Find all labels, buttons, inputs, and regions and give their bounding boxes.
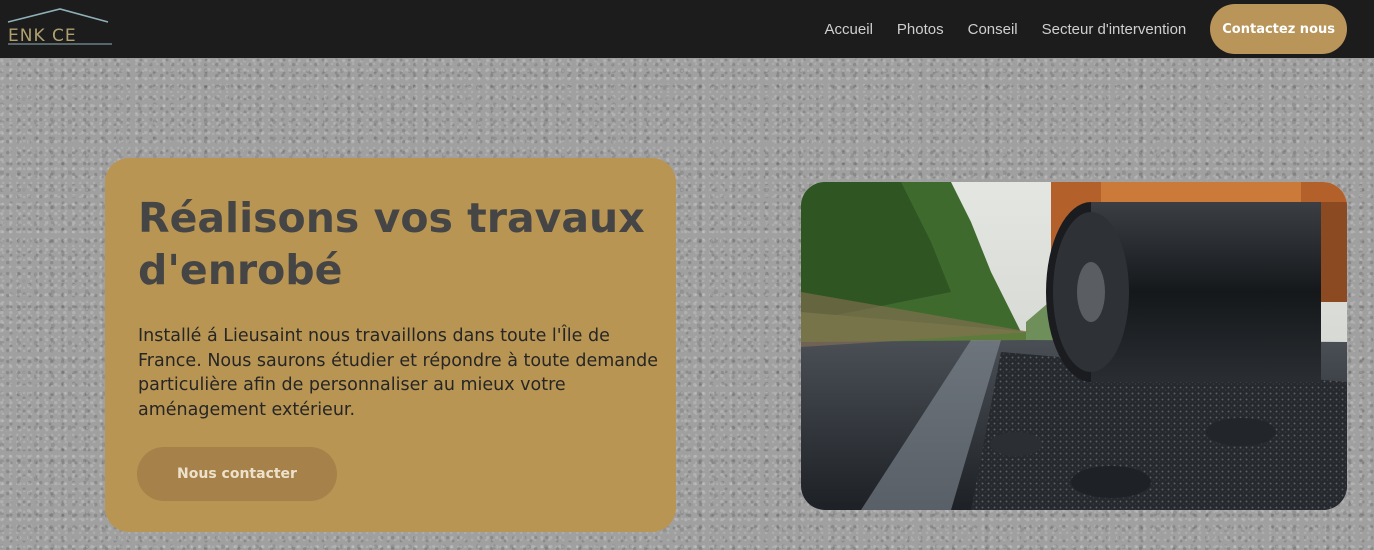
hero-card: Réalisons vos travaux d'enrobé Installé …: [105, 158, 676, 532]
hero-description: Installé á Lieusaint nous travaillons da…: [138, 326, 658, 420]
main-nav: Accueil Photos Conseil Secteur d'interve…: [825, 0, 1374, 58]
site-logo[interactable]: ENK CE: [2, 6, 114, 46]
logo-text: ENK CE: [8, 26, 77, 46]
contact-button[interactable]: Nous contacter: [137, 447, 337, 501]
nav-link-photos[interactable]: Photos: [897, 21, 944, 38]
nav-link-secteur[interactable]: Secteur d'intervention: [1042, 21, 1187, 38]
nav-link-accueil[interactable]: Accueil: [825, 21, 873, 38]
hero-title: Réalisons vos travaux d'enrobé: [138, 194, 645, 294]
road-roller-photo: [801, 182, 1347, 510]
nav-link-conseil[interactable]: Conseil: [968, 21, 1018, 38]
site-header: ENK CE Accueil Photos Conseil Secteur d'…: [0, 0, 1374, 58]
contact-us-button[interactable]: Contactez nous: [1210, 4, 1347, 54]
